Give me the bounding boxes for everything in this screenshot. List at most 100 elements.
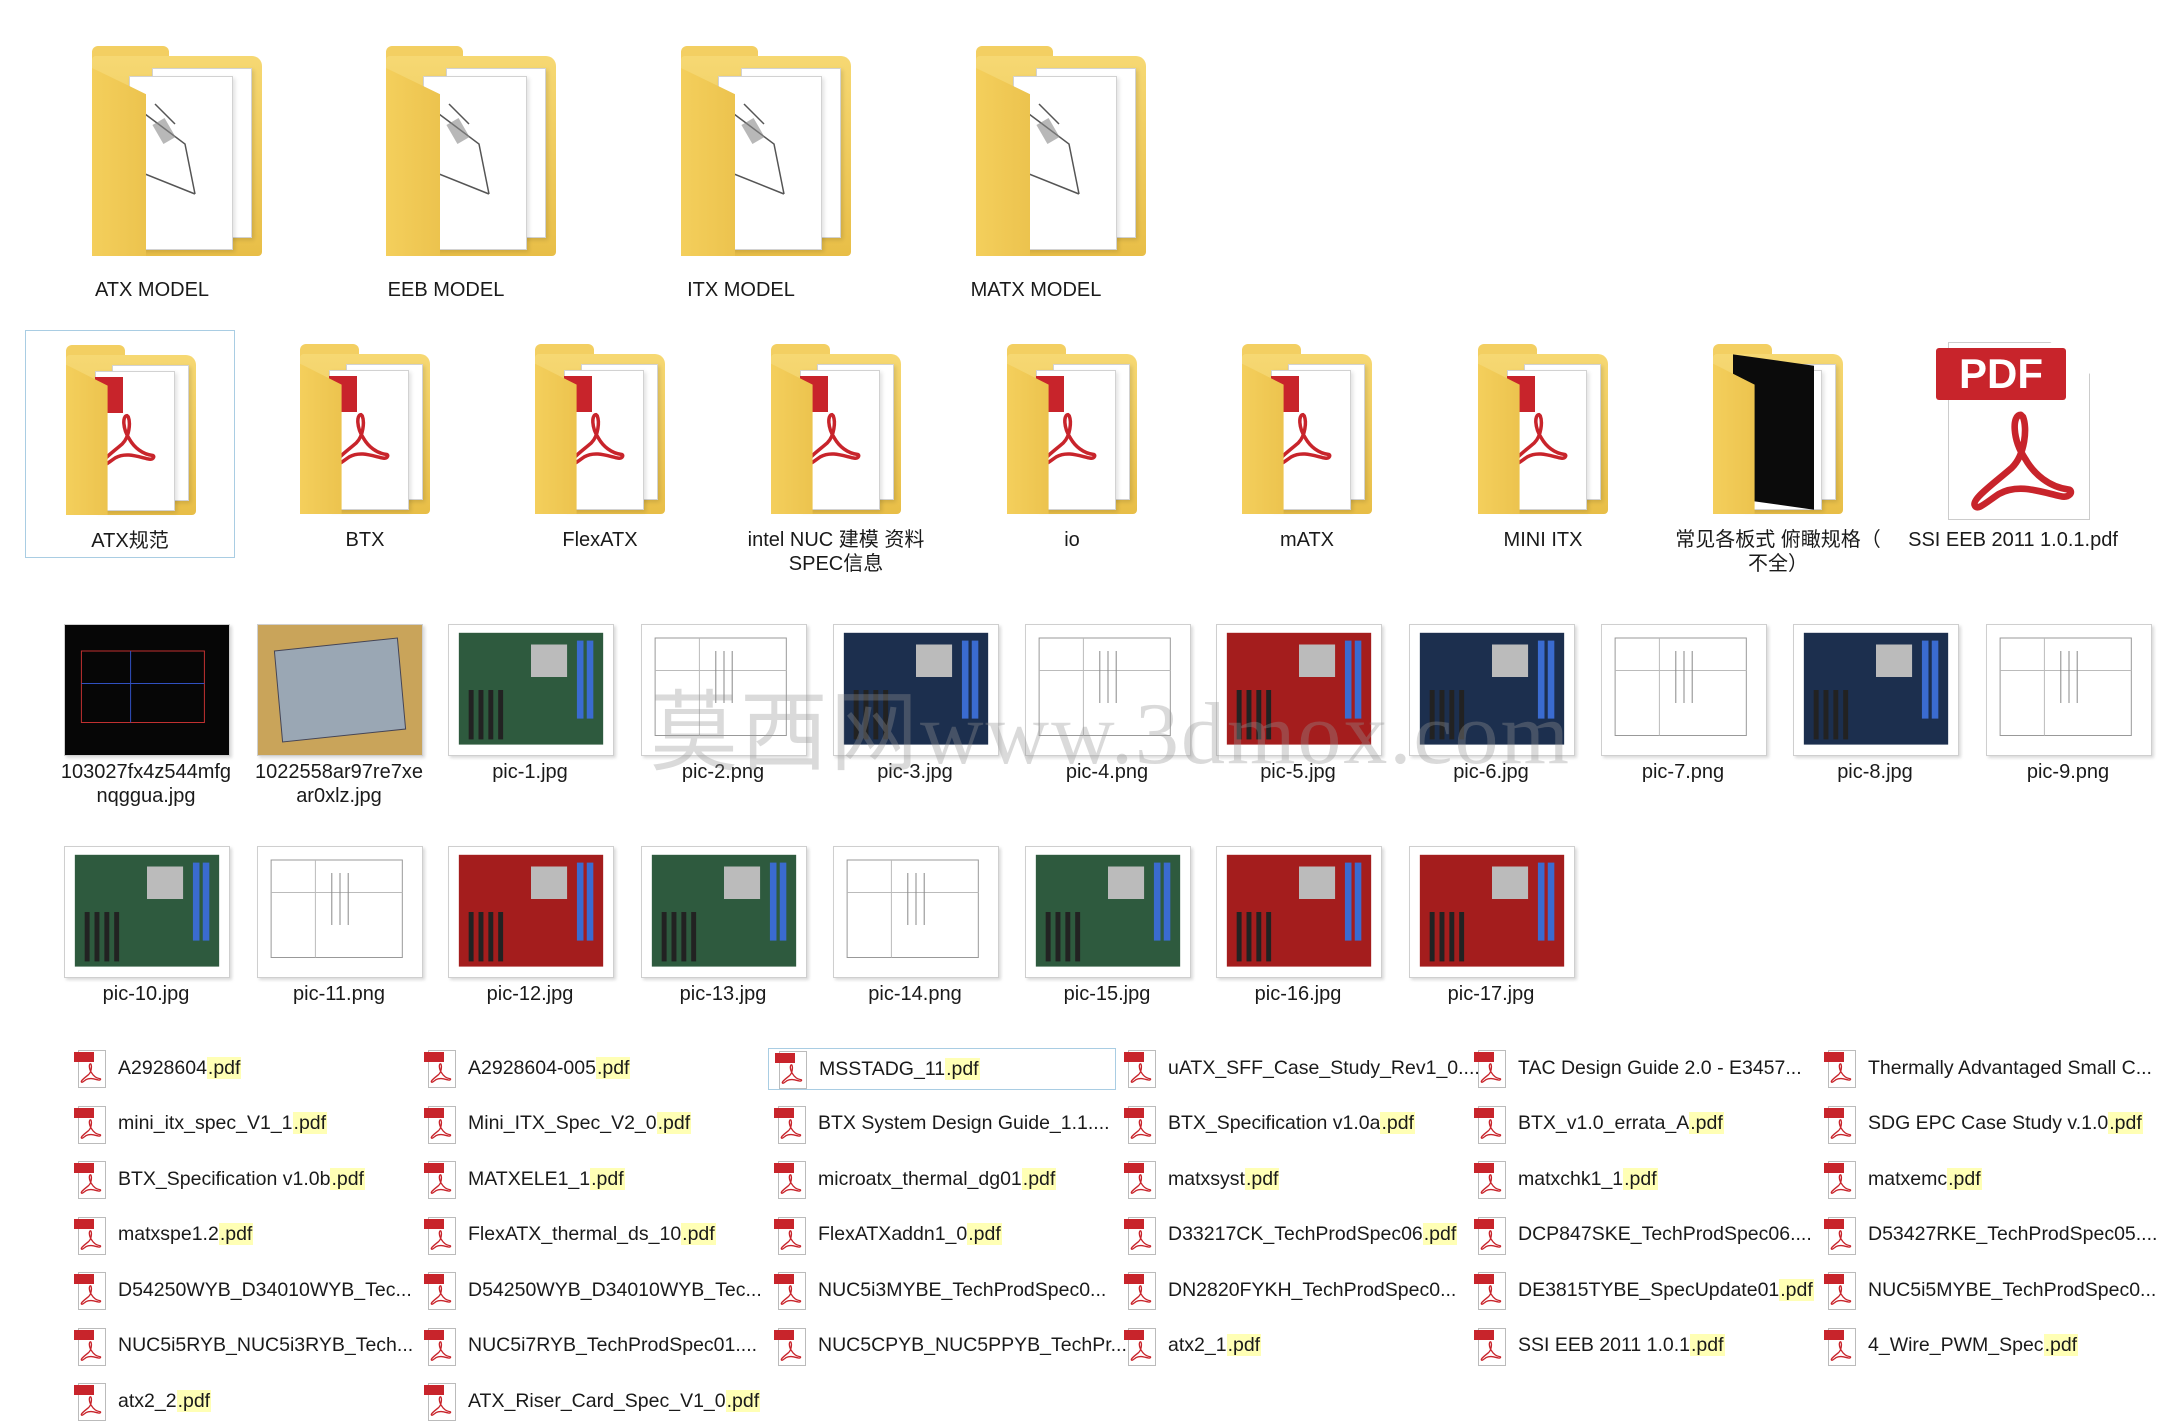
pdf-list-item[interactable]: MATXELE1_1.pdf (424, 1159, 625, 1199)
item-label: intel NUC 建模 资料 SPEC信息 (747, 529, 925, 575)
pdf-list-item[interactable]: NUC5i7RYB_TechProdSpec01.... (424, 1326, 757, 1366)
image-file-5[interactable]: pic-4.png (1012, 604, 1202, 824)
image-file-9[interactable]: pic-8.jpg (1780, 604, 1970, 824)
pdf-list-item[interactable]: NUC5i5RYB_NUC5i3RYB_Tech... (74, 1326, 413, 1366)
item-label: ATX MODEL (94, 279, 210, 301)
folder-item-4[interactable]: io (967, 330, 1177, 590)
file-name: atx2_2.pdf (118, 1389, 212, 1412)
pdf-list-item[interactable]: matxchk1_1.pdf (1474, 1159, 1658, 1199)
image-file-16[interactable]: pic-15.jpg (1012, 826, 1202, 1016)
item-label: 常见各板式 俯瞰规格（ 不全） (1675, 529, 1881, 575)
image-file-15[interactable]: pic-14.png (820, 826, 1010, 1016)
pdf-list-item[interactable]: ATX_Riser_Card_Spec_V1_0.pdf (424, 1381, 761, 1421)
folder-matx-model[interactable]: MATX MODEL (916, 40, 1156, 310)
pdf-list-item[interactable]: BTX System Design Guide_1.1.... (774, 1104, 1110, 1144)
item-label: FlexATX (562, 529, 638, 551)
image-file-13[interactable]: pic-12.jpg (435, 826, 625, 1016)
image-file-12[interactable]: pic-11.png (244, 826, 434, 1016)
pdf-list-item[interactable]: NUC5i3MYBE_TechProdSpec0... (774, 1270, 1106, 1310)
pdf-list-item[interactable]: A2928604.pdf (74, 1048, 242, 1088)
acrobat-logo-icon (1130, 1340, 1152, 1361)
pdf-file-icon (1124, 1161, 1156, 1199)
pdf-list-item[interactable]: D54250WYB_D34010WYB_Tec... (74, 1270, 412, 1310)
pdf-list-item[interactable]: atx2_2.pdf (74, 1381, 212, 1421)
pdf-list-item[interactable]: FlexATXaddn1_0.pdf (774, 1215, 1002, 1255)
pdf-list-item[interactable]: BTX_Specification v1.0a.pdf (1124, 1104, 1415, 1144)
folder-item-5[interactable]: mATX (1202, 330, 1412, 590)
image-file-0[interactable]: 103027fx4z544mfg nqggua.jpg (51, 604, 241, 824)
folder-eeb-model[interactable]: EEB MODEL (326, 40, 566, 310)
folder-drawing-icon (92, 46, 262, 256)
pdf-list-item[interactable]: Mini_ITX_Spec_V2_0.pdf (424, 1104, 692, 1144)
pdf-list-item[interactable]: SSI EEB 2011 1.0.1.pdf (1474, 1326, 1725, 1366)
pdf-list-item[interactable]: D54250WYB_D34010WYB_Tec... (424, 1270, 762, 1310)
pdf-list-item[interactable]: SDG EPC Case Study v.1.0.pdf (1824, 1104, 2143, 1144)
pdf-list-item[interactable]: Thermally Advantaged Small C... (1824, 1048, 2152, 1088)
item-label: pic-7.png (1641, 761, 1725, 783)
folder-item-1[interactable]: BTX (260, 330, 470, 590)
pdf-file-icon (1824, 1161, 1856, 1199)
pdf-list-item[interactable]: matxspe1.2.pdf (74, 1215, 254, 1255)
image-file-18[interactable]: pic-17.jpg (1396, 826, 1586, 1016)
acrobat-logo-icon (1830, 1174, 1852, 1194)
pdf-list-item[interactable]: microatx_thermal_dg01.pdf (774, 1159, 1057, 1199)
pdf-list-item[interactable]: D33217CK_TechProdSpec06.pdf (1124, 1215, 1458, 1255)
pdf-list-item[interactable]: DCP847SKE_TechProdSpec06.... (1474, 1215, 1812, 1255)
image-file-1[interactable]: 1022558ar97re7xe ar0xlz.jpg (244, 604, 434, 824)
pdf-list-item[interactable]: mini_itx_spec_V1_1.pdf (74, 1104, 328, 1144)
image-file-14[interactable]: pic-13.jpg (628, 826, 818, 1016)
image-file-7[interactable]: pic-6.jpg (1396, 604, 1586, 824)
pdf-list-item[interactable]: FlexATX_thermal_ds_10.pdf (424, 1215, 716, 1255)
pdf-list-item[interactable]: matxemc.pdf (1824, 1159, 1982, 1199)
pdf-list-item[interactable]: A2928604-005.pdf (424, 1048, 631, 1088)
folder-item-7[interactable]: 常见各板式 俯瞰规格（ 不全） (1673, 330, 1883, 590)
pdf-list-item[interactable]: BTX_Specification v1.0b.pdf (74, 1159, 365, 1199)
pdf-list-item[interactable]: matxsyst.pdf (1124, 1159, 1280, 1199)
pdf-file-icon (1124, 1050, 1156, 1088)
pdf-list-item[interactable]: DE3815TYBE_SpecUpdate01.pdf (1474, 1270, 1814, 1310)
item-label: mATX (1279, 529, 1335, 551)
image-file-4[interactable]: pic-3.jpg (820, 604, 1010, 824)
board-outline-thumbnail-icon (258, 625, 422, 755)
acrobat-logo-icon (1830, 1229, 1852, 1250)
folder-item-0[interactable]: ATX规范 (25, 330, 235, 558)
pdf-list-item[interactable]: NUC5i5MYBE_TechProdSpec0... (1824, 1270, 2156, 1310)
item-label: MATX MODEL (970, 279, 1102, 301)
folder-pdf-icon (1007, 344, 1137, 514)
pdf-file-icon (1124, 1327, 1156, 1366)
pdf-list-item[interactable]: 4_Wire_PWM_Spec.pdf (1824, 1326, 2079, 1366)
folder-item-6[interactable]: MINI ITX (1438, 330, 1648, 590)
image-file-3[interactable]: pic-2.png (628, 604, 818, 824)
folder-item-2[interactable]: FlexATX (495, 330, 705, 590)
file-name: DE3815TYBE_SpecUpdate01.pdf (1518, 1278, 1814, 1301)
file-name: uATX_SFF_Case_Study_Rev1_0.... (1168, 1056, 1480, 1079)
pdf-list-item[interactable]: DN2820FYKH_TechProdSpec0... (1124, 1270, 1456, 1310)
folder-itx-model[interactable]: ITX MODEL (621, 40, 861, 310)
acrobat-logo-icon (430, 1396, 452, 1416)
image-file-8[interactable]: pic-7.png (1588, 604, 1778, 824)
pdf-list-item[interactable]: atx2_1.pdf (1124, 1326, 1262, 1366)
acrobat-logo-icon (1830, 1118, 1852, 1139)
folder-item-8[interactable]: SSI EEB 2011 1.0.1.pdf PDF (1908, 330, 2118, 590)
item-label: MINI ITX (1503, 529, 1583, 551)
motherboard-thumbnail-icon (1217, 847, 1381, 977)
pdf-list-item[interactable]: TAC Design Guide 2.0 - E3457... (1474, 1048, 1802, 1088)
pdf-list-item[interactable]: NUC5CPYB_NUC5PPYB_TechPr... (774, 1326, 1127, 1366)
file-name: BTX_Specification v1.0a.pdf (1168, 1112, 1415, 1134)
image-file-17[interactable]: pic-16.jpg (1203, 826, 1393, 1016)
image-file-11[interactable]: pic-10.jpg (51, 826, 241, 1016)
folder-item-3[interactable]: intel NUC 建模 资料 SPEC信息 (731, 330, 941, 590)
image-file-10[interactable]: pic-9.png (1973, 604, 2163, 824)
pdf-list-item[interactable]: MSSTADG_11.pdf (768, 1048, 1116, 1090)
folder-atx-model[interactable]: ATX MODEL (32, 40, 272, 310)
acrobat-logo-icon (1480, 1118, 1502, 1139)
pdf-list-item[interactable]: D53427RKE_TechProdSpec05.... (1824, 1215, 2157, 1255)
acrobat-logo-icon (80, 1063, 102, 1083)
image-thumbnail (833, 624, 999, 756)
pdf-list-item[interactable]: BTX_v1.0_errata_A.pdf (1474, 1104, 1724, 1144)
image-file-2[interactable]: pic-1.jpg (435, 604, 625, 824)
image-thumbnail (1986, 624, 2152, 756)
pdf-list-item[interactable]: uATX_SFF_Case_Study_Rev1_0.... (1124, 1048, 1480, 1088)
image-file-6[interactable]: pic-5.jpg (1203, 604, 1393, 824)
item-label: pic-15.jpg (1063, 983, 1151, 1005)
